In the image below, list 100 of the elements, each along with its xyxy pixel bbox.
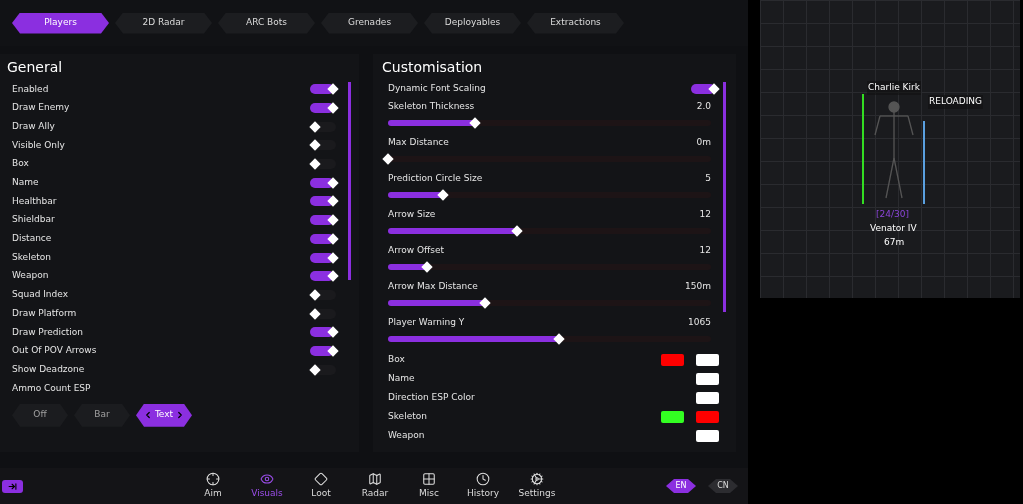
slider-label: Skeleton Thickness: [388, 100, 475, 114]
section-title: Customisation: [382, 58, 484, 77]
slider-label: Arrow Size: [388, 208, 436, 222]
toggle-switch[interactable]: [691, 83, 719, 95]
option-label: Skeleton: [388, 409, 427, 423]
option-label: Enabled: [12, 82, 49, 96]
option-label: Weapon: [12, 269, 49, 283]
toggle-switch[interactable]: [310, 214, 338, 227]
slider-thumb[interactable]: [553, 333, 565, 345]
slider-label: Arrow Offset: [388, 244, 444, 258]
color-swatch[interactable]: [661, 410, 684, 423]
toggle-switch[interactable]: [310, 195, 338, 208]
ammo-mode-option[interactable]: Text: [136, 403, 192, 427]
color-swatch[interactable]: [696, 410, 719, 423]
language-button[interactable]: CN: [708, 479, 738, 493]
settings-icon: [530, 471, 544, 486]
category-tab[interactable]: Grenades: [321, 12, 418, 34]
scrollbar[interactable]: [723, 82, 726, 312]
ammo-mode-option[interactable]: Off: [12, 403, 68, 427]
option-label: Show Deadzone: [12, 362, 85, 376]
toggle-switch[interactable]: [310, 158, 338, 171]
option-label: Box: [388, 352, 405, 366]
option-label: Ammo Count ESP: [12, 381, 91, 395]
color-swatch[interactable]: [696, 391, 719, 404]
slider-value: 12: [699, 244, 711, 258]
nav-item[interactable]: Visuals: [240, 471, 294, 501]
slider-value: 150m: [685, 280, 711, 294]
toggle-switch[interactable]: [310, 344, 338, 357]
player-status: RELOADING: [928, 95, 983, 109]
option-label: Draw Enemy: [12, 101, 70, 115]
nav-item[interactable]: Loot: [294, 471, 348, 501]
option-label: Skeleton: [12, 250, 51, 264]
option-label: Box: [12, 157, 29, 171]
slider-thumb[interactable]: [382, 153, 394, 165]
toggle-switch[interactable]: [310, 363, 338, 376]
slider-thumb[interactable]: [479, 297, 491, 309]
category-tab[interactable]: Players: [12, 12, 109, 34]
player-distance: 67m: [884, 236, 905, 249]
toggle-switch[interactable]: [310, 139, 338, 152]
section-title: General: [7, 58, 64, 77]
toggle-switch[interactable]: [310, 83, 338, 96]
slider-label: Arrow Max Distance: [388, 280, 478, 294]
ammo-mode-option[interactable]: Bar: [74, 403, 130, 427]
option-label: Visible Only: [12, 138, 65, 152]
toggle-switch[interactable]: [310, 288, 338, 301]
toggle-switch[interactable]: [310, 270, 338, 283]
sidebar-toggle-button[interactable]: [2, 479, 23, 493]
slider-value: 2.0: [696, 100, 711, 114]
nav-item[interactable]: Misc: [402, 471, 456, 501]
slider-label: Prediction Circle Size: [388, 172, 483, 186]
slider-value: 12: [699, 208, 711, 222]
player-name: Charlie Kirk: [867, 81, 921, 95]
option-label: Name: [388, 371, 415, 385]
category-tab[interactable]: 2D Radar: [115, 12, 212, 34]
option-label: Dynamic Font Scaling: [388, 82, 486, 96]
category-tab[interactable]: Extractions: [527, 12, 624, 34]
option-label: Direction ESP Color: [388, 390, 475, 404]
option-label: Out Of POV Arrows: [12, 344, 97, 358]
option-label: Draw Ally: [12, 119, 55, 133]
color-swatch[interactable]: [696, 429, 719, 442]
category-tab[interactable]: Deployables: [424, 12, 521, 34]
map-icon: [368, 471, 382, 486]
slider-thumb[interactable]: [469, 117, 481, 129]
option-label: Draw Platform: [12, 306, 77, 320]
nav-item[interactable]: Aim: [186, 471, 240, 501]
color-swatch[interactable]: [696, 372, 719, 385]
toggle-switch[interactable]: [310, 120, 338, 133]
arrow-to-line-icon: [8, 481, 17, 491]
option-label: Draw Prediction: [12, 325, 84, 339]
option-label: Distance: [12, 232, 52, 246]
category-tab[interactable]: ARC Bots: [218, 12, 315, 34]
clock-icon: [476, 471, 490, 486]
slider-thumb[interactable]: [437, 189, 449, 201]
toggle-switch[interactable]: [310, 232, 338, 245]
color-swatch[interactable]: [696, 353, 719, 366]
language-button[interactable]: EN: [666, 479, 696, 493]
slider-value: 0m: [696, 136, 711, 150]
option-label: Squad Index: [12, 288, 68, 302]
toggle-switch[interactable]: [310, 176, 338, 189]
toggle-switch[interactable]: [310, 102, 338, 115]
option-label: Healthbar: [12, 194, 57, 208]
diamond-icon: [314, 471, 328, 486]
option-label: Weapon: [388, 428, 425, 442]
nav-item[interactable]: Settings: [510, 471, 564, 501]
nav-item[interactable]: Radar: [348, 471, 402, 501]
slider-label: Player Warning Y: [388, 316, 465, 330]
color-swatch[interactable]: [661, 353, 684, 366]
eye-icon: [260, 471, 274, 486]
weapon-name: Venator IV: [870, 222, 917, 235]
slider-label: Max Distance: [388, 136, 449, 150]
nav-item[interactable]: History: [456, 471, 510, 501]
grid-icon: [422, 471, 436, 486]
option-label: Shieldbar: [12, 213, 55, 227]
slider-thumb[interactable]: [421, 261, 433, 273]
toggle-switch[interactable]: [310, 251, 338, 264]
toggle-switch[interactable]: [310, 307, 338, 320]
option-label: Name: [12, 176, 39, 190]
scrollbar[interactable]: [348, 82, 351, 280]
slider-thumb[interactable]: [511, 225, 523, 237]
toggle-switch[interactable]: [310, 326, 338, 339]
